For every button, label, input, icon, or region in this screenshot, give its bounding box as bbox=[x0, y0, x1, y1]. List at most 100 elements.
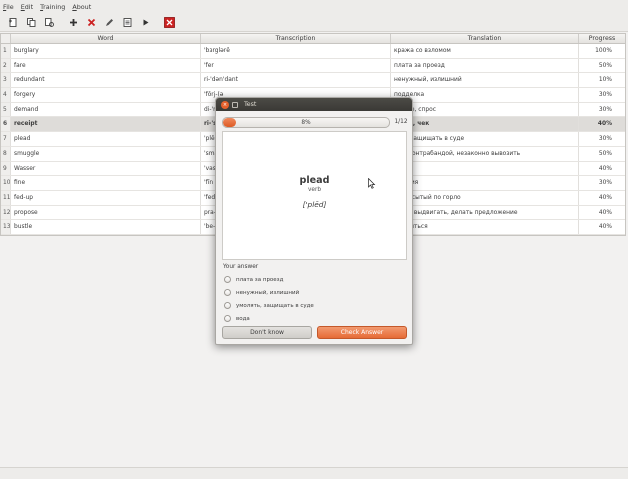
transcription-cell[interactable]: 'fer bbox=[201, 58, 391, 73]
word-cell[interactable]: smuggle bbox=[11, 146, 201, 161]
translation-cell[interactable]: ненужный, излишний bbox=[391, 73, 579, 88]
progress-cell[interactable]: 40% bbox=[579, 206, 625, 220]
answer-option-4[interactable]: вода bbox=[224, 315, 250, 322]
translation-cell[interactable]: кража со взломом bbox=[391, 44, 579, 58]
word-cell[interactable]: Wasser bbox=[11, 161, 201, 176]
word-cell[interactable]: burglary bbox=[11, 44, 201, 58]
word-cell[interactable]: fine bbox=[11, 176, 201, 190]
word-cell[interactable]: plead bbox=[11, 132, 201, 146]
table-row[interactable]: 3 redundant ri-'dən'dant ненужный, излишний… bbox=[1, 73, 625, 89]
word-cell[interactable]: bustle bbox=[11, 220, 201, 234]
row-index: 2 bbox=[1, 58, 11, 73]
translation-cell[interactable]: плата за проезд bbox=[391, 58, 579, 73]
word-cell[interactable]: propose bbox=[11, 205, 201, 220]
translation-cell[interactable]: ...ать, выдвигать, делать предложение bbox=[391, 205, 579, 220]
status-bar bbox=[0, 467, 628, 479]
answer-option-3[interactable]: умолять, защищать в суде bbox=[224, 302, 314, 309]
menu-about[interactable]: About bbox=[72, 3, 91, 11]
answer-option-label: плата за проезд bbox=[236, 276, 284, 283]
progress-cell[interactable]: 50% bbox=[579, 147, 625, 161]
word-cell[interactable]: redundant bbox=[11, 73, 201, 88]
row-index: 13 bbox=[1, 220, 11, 234]
maximize-icon[interactable] bbox=[232, 101, 238, 108]
table-row[interactable]: 1 burglary'bɜrglərē кража со взломом 100% bbox=[1, 44, 625, 59]
translation-cell[interactable]: ...ления bbox=[391, 176, 579, 190]
transcription-cell[interactable]: ri-'dən'dant bbox=[201, 73, 391, 88]
translation-cell[interactable]: ...ние, чек bbox=[391, 117, 579, 132]
word-cell[interactable]: fare bbox=[11, 58, 201, 73]
close-app-icon[interactable] bbox=[162, 15, 177, 30]
menu-bar: File Edit Training About bbox=[0, 0, 628, 13]
check-answer-button[interactable]: Check Answer bbox=[317, 326, 407, 339]
progress-cell[interactable]: 40% bbox=[579, 162, 625, 176]
radio-button[interactable] bbox=[224, 289, 231, 296]
word-cell[interactable]: fed-up bbox=[11, 190, 201, 205]
row-index: 4 bbox=[1, 88, 11, 102]
dialog-titlebar: × Test bbox=[216, 98, 412, 111]
edit-icon[interactable] bbox=[102, 15, 117, 30]
translation-cell[interactable]: подделка bbox=[391, 88, 579, 102]
answer-option-label: умолять, защищать в суде bbox=[236, 302, 314, 309]
row-index: 3 bbox=[1, 73, 11, 88]
word-cell[interactable]: demand bbox=[11, 102, 201, 117]
add-icon[interactable] bbox=[66, 15, 81, 30]
row-index: 7 bbox=[1, 132, 11, 146]
menu-file[interactable]: File bbox=[3, 3, 14, 11]
copy-icon[interactable] bbox=[24, 15, 39, 30]
progress-cell[interactable]: 50% bbox=[579, 59, 625, 73]
new-file-icon[interactable] bbox=[6, 15, 21, 30]
list-icon[interactable] bbox=[120, 15, 135, 30]
progress-cell[interactable]: 40% bbox=[579, 191, 625, 205]
row-index: 1 bbox=[1, 44, 11, 58]
toolbar bbox=[0, 13, 628, 32]
progress-cell[interactable]: 30% bbox=[579, 132, 625, 146]
header-progress[interactable]: Progress bbox=[579, 34, 625, 43]
row-index: 8 bbox=[1, 146, 11, 161]
row-index: 5 bbox=[1, 102, 11, 117]
close-icon[interactable]: × bbox=[221, 100, 229, 109]
progress-cell[interactable]: 30% bbox=[579, 176, 625, 190]
test-dialog: × Test 8% 1/12 plead verb ['plēd] Your a… bbox=[215, 97, 413, 345]
header-word[interactable]: Word bbox=[11, 34, 201, 43]
transcription-cell[interactable]: 'bɜrglərē bbox=[201, 44, 391, 58]
test-word: plead bbox=[299, 175, 330, 186]
dont-know-button[interactable]: Don't know bbox=[222, 326, 312, 339]
progress-cell[interactable]: 10% bbox=[579, 73, 625, 87]
radio-button[interactable] bbox=[224, 276, 231, 283]
answer-option-2[interactable]: ненужный, излишний bbox=[224, 289, 299, 296]
play-icon[interactable] bbox=[138, 15, 153, 30]
translation-cell[interactable]: ...ание, спрос bbox=[391, 102, 579, 117]
translation-cell[interactable]: ...ть, защищать в суде bbox=[391, 132, 579, 146]
word-card: plead verb ['plēd] bbox=[222, 131, 407, 260]
test-transcription: ['plēd] bbox=[302, 200, 327, 209]
dialog-title: Test bbox=[244, 101, 257, 108]
radio-button[interactable] bbox=[224, 315, 231, 322]
word-cell[interactable]: receipt bbox=[11, 117, 201, 132]
translation-cell[interactable]: ...уетиться bbox=[391, 220, 579, 234]
menu-training[interactable]: Training bbox=[40, 3, 65, 11]
progress-cell[interactable]: 30% bbox=[579, 103, 625, 117]
translation-cell[interactable]: ...ый, сытый по горло bbox=[391, 190, 579, 205]
row-index: 11 bbox=[1, 190, 11, 205]
progress-cell[interactable]: 40% bbox=[579, 220, 625, 234]
open-icon[interactable] bbox=[42, 15, 57, 30]
radio-button[interactable] bbox=[224, 302, 231, 309]
progress-cell[interactable]: 100% bbox=[579, 44, 625, 58]
progress-cell[interactable]: 30% bbox=[579, 88, 625, 102]
table-row[interactable]: 2 fare'fer плата за проезд 50% bbox=[1, 58, 625, 74]
answer-option-1[interactable]: плата за проезд bbox=[224, 276, 283, 283]
progress-text: 8% bbox=[301, 120, 311, 126]
translation-cell[interactable]: ...ть контрабандой, незаконно вывозить bbox=[391, 146, 579, 161]
delete-icon[interactable] bbox=[84, 15, 99, 30]
answer-option-label: ненужный, излишний bbox=[236, 289, 300, 296]
question-counter: 1/12 bbox=[394, 119, 408, 125]
word-cell[interactable]: forgery bbox=[11, 88, 201, 102]
header-translation[interactable]: Translation bbox=[391, 34, 579, 43]
translation-cell[interactable] bbox=[391, 161, 579, 176]
table-header: Word Transcription Translation Progress bbox=[1, 33, 625, 44]
menu-edit[interactable]: Edit bbox=[21, 3, 33, 11]
row-index: 10 bbox=[1, 176, 11, 190]
header-transcription[interactable]: Transcription bbox=[201, 34, 391, 43]
progress-cell[interactable]: 40% bbox=[579, 117, 625, 131]
part-of-speech: verb bbox=[307, 187, 322, 193]
